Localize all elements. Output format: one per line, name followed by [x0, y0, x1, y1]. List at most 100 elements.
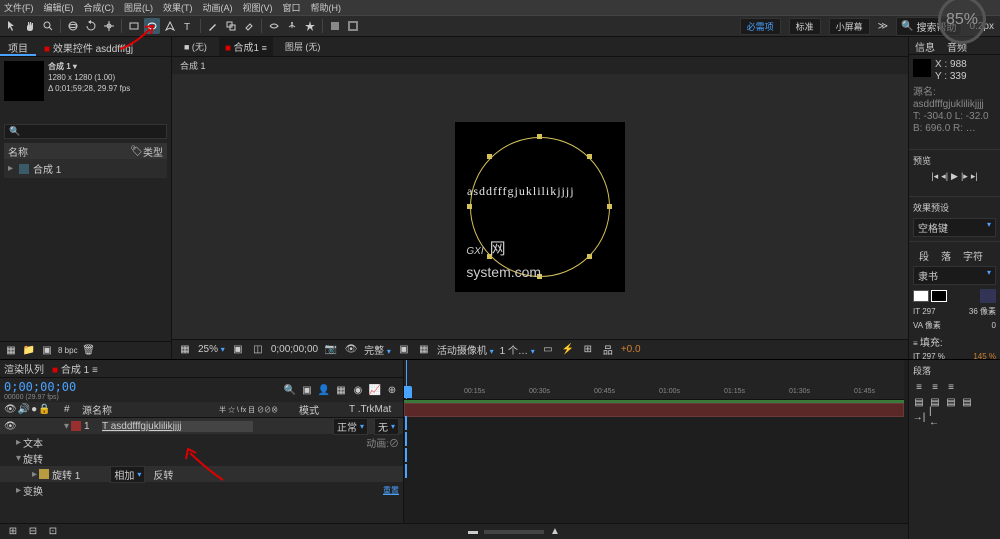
- exposure-value[interactable]: +0.0: [621, 344, 641, 355]
- trkmat-dropdown[interactable]: 无▾: [374, 418, 399, 435]
- lock-column-icon[interactable]: 🔒: [38, 404, 50, 415]
- shortcut-dropdown[interactable]: 空格键▾: [913, 218, 996, 237]
- layer-color-icon[interactable]: [71, 421, 81, 431]
- col-type[interactable]: 类型: [143, 144, 163, 159]
- stroke-color-swatch[interactable]: [931, 290, 947, 302]
- graph-editor-icon[interactable]: 📈: [368, 383, 382, 397]
- text-layer[interactable]: asddfffgjuklilikjjjj: [467, 184, 575, 199]
- tab-info[interactable]: 信息: [909, 37, 941, 54]
- tab-character[interactable]: 字符: [957, 246, 989, 264]
- new-folder-icon[interactable]: 📁: [22, 344, 36, 358]
- brain-icon[interactable]: ⊕: [385, 383, 399, 397]
- tab-timeline-comp[interactable]: ■ 合成 1 ≡: [52, 361, 98, 376]
- tab-paragraph2[interactable]: 落: [935, 246, 957, 264]
- indent-right-icon[interactable]: |←: [929, 411, 941, 423]
- justify-all-icon[interactable]: ▤: [961, 396, 973, 408]
- first-frame-icon[interactable]: |◂: [931, 171, 938, 182]
- timeline-ruler[interactable]: 00:15s 00:30s 00:45s 01:00s 01:15s 01:30…: [404, 360, 904, 400]
- layer-bar[interactable]: [404, 400, 904, 416]
- rotate-tool-icon[interactable]: [83, 18, 99, 34]
- workspace-small[interactable]: 小屏幕: [829, 18, 870, 35]
- tab-comp-main[interactable]: ■ 合成1 ≡: [219, 37, 273, 56]
- flowchart-icon[interactable]: 品: [601, 343, 615, 357]
- handle-icon[interactable]: [587, 254, 592, 259]
- anchor-tool-icon[interactable]: [101, 18, 117, 34]
- playhead[interactable]: [406, 360, 407, 399]
- channel-icon[interactable]: 👁: [344, 343, 358, 357]
- kerning-value[interactable]: 0: [992, 321, 996, 330]
- comp-breadcrumb[interactable]: 合成 1: [172, 57, 908, 74]
- tab-render-queue[interactable]: 渲染队列: [4, 361, 44, 376]
- font-dropdown[interactable]: 隶书▾: [913, 266, 996, 285]
- clone-tool-icon[interactable]: [223, 18, 239, 34]
- reset-link[interactable]: 重置: [383, 485, 399, 496]
- justify-left-icon[interactable]: ▤: [913, 396, 925, 408]
- comp-viewport[interactable]: asddfffgjuklilikjjjj GXI网system.com: [172, 74, 908, 339]
- eyedropper-icon[interactable]: [980, 289, 996, 303]
- project-item-comp[interactable]: ▸合成 1: [4, 159, 167, 178]
- tab-effect-controls[interactable]: ■ 效果控件 asddfffgj: [36, 37, 141, 56]
- resolution-dropdown[interactable]: 完整 ▾: [364, 342, 391, 357]
- rotation-mode-dropdown[interactable]: 相加▾: [110, 466, 145, 483]
- bpc-label[interactable]: 8 bpc: [58, 346, 78, 355]
- zoom-tool-icon[interactable]: [40, 18, 56, 34]
- hand-tool-icon[interactable]: [22, 18, 38, 34]
- text-tool-icon[interactable]: T: [180, 18, 196, 34]
- comp-mini-icon[interactable]: ▣: [300, 383, 314, 397]
- workspace-standard[interactable]: 标准: [789, 18, 821, 35]
- audio-column-icon[interactable]: 🔊: [18, 404, 30, 415]
- layer-color-icon[interactable]: [39, 469, 49, 479]
- views-dropdown[interactable]: 1 个… ▾: [500, 342, 535, 357]
- menu-edit[interactable]: 编辑(E): [44, 1, 74, 14]
- workspace-essentials[interactable]: 必需项: [740, 18, 781, 35]
- menu-anim[interactable]: 动画(A): [203, 1, 233, 14]
- fill-color-swatch[interactable]: [913, 290, 929, 302]
- col-name[interactable]: 名称: [8, 144, 130, 159]
- puppet-tool-icon[interactable]: [284, 18, 300, 34]
- roto-tool-icon[interactable]: [266, 18, 282, 34]
- tab-paragraph1[interactable]: 段: [913, 246, 935, 264]
- stroke-color-icon[interactable]: [345, 18, 361, 34]
- handle-icon[interactable]: [487, 254, 492, 259]
- time-display[interactable]: 0;00;00;00: [271, 344, 318, 355]
- menu-file[interactable]: 文件(F): [4, 1, 34, 14]
- align-left-icon[interactable]: ≡: [913, 381, 925, 393]
- indent-left-icon[interactable]: →|: [913, 411, 925, 423]
- align-right-icon[interactable]: ≡: [945, 381, 957, 393]
- zoom-out-icon[interactable]: ▬: [466, 525, 480, 539]
- col-tag-icon[interactable]: 🏷: [130, 146, 143, 157]
- pix-aspect-icon[interactable]: ▭: [541, 343, 555, 357]
- next-frame-icon[interactable]: |▸: [961, 171, 968, 182]
- property-text[interactable]: ▸文本动画:⊘: [0, 434, 403, 450]
- eye-icon[interactable]: 👁: [4, 421, 17, 432]
- menu-view[interactable]: 视图(V): [243, 1, 273, 14]
- property-transform[interactable]: ▸变换重置: [0, 482, 403, 498]
- justify-right-icon[interactable]: ▤: [945, 396, 957, 408]
- new-comp-icon[interactable]: ▣: [40, 344, 54, 358]
- timeline-icon[interactable]: ⊞: [581, 343, 595, 357]
- tab-layer-none[interactable]: 图层 (无): [279, 38, 327, 55]
- alpha-icon[interactable]: ▦: [178, 343, 192, 357]
- eraser-tool-icon[interactable]: [241, 18, 257, 34]
- workspace-more-icon[interactable]: ≫: [878, 21, 888, 32]
- menu-layer[interactable]: 图层(L): [124, 1, 153, 14]
- orbit-tool-icon[interactable]: [65, 18, 81, 34]
- property-rotators[interactable]: ▾旋转: [0, 450, 403, 466]
- interpret-icon[interactable]: ▦: [4, 344, 18, 358]
- align-center-icon[interactable]: ≡: [929, 381, 941, 393]
- last-frame-icon[interactable]: ▸|: [971, 171, 978, 182]
- handle-icon[interactable]: [587, 154, 592, 159]
- handle-icon[interactable]: [467, 204, 472, 209]
- pen-tool-icon[interactable]: [162, 18, 178, 34]
- camera-dropdown[interactable]: 活动摄像机 ▾: [437, 342, 494, 357]
- rect-tool-icon[interactable]: [126, 18, 142, 34]
- mask-icon[interactable]: ◫: [251, 343, 265, 357]
- fast-preview-icon[interactable]: ⚡: [561, 343, 575, 357]
- eye-column-icon[interactable]: 👁: [4, 404, 17, 415]
- fill-color-icon[interactable]: [327, 18, 343, 34]
- menu-comp[interactable]: 合成(C): [84, 1, 115, 14]
- handle-icon[interactable]: [607, 204, 612, 209]
- toggle-switches-icon[interactable]: ⊞: [6, 525, 20, 539]
- trash-icon[interactable]: 🗑: [82, 344, 96, 358]
- current-time[interactable]: 0;00;00;00: [4, 380, 76, 394]
